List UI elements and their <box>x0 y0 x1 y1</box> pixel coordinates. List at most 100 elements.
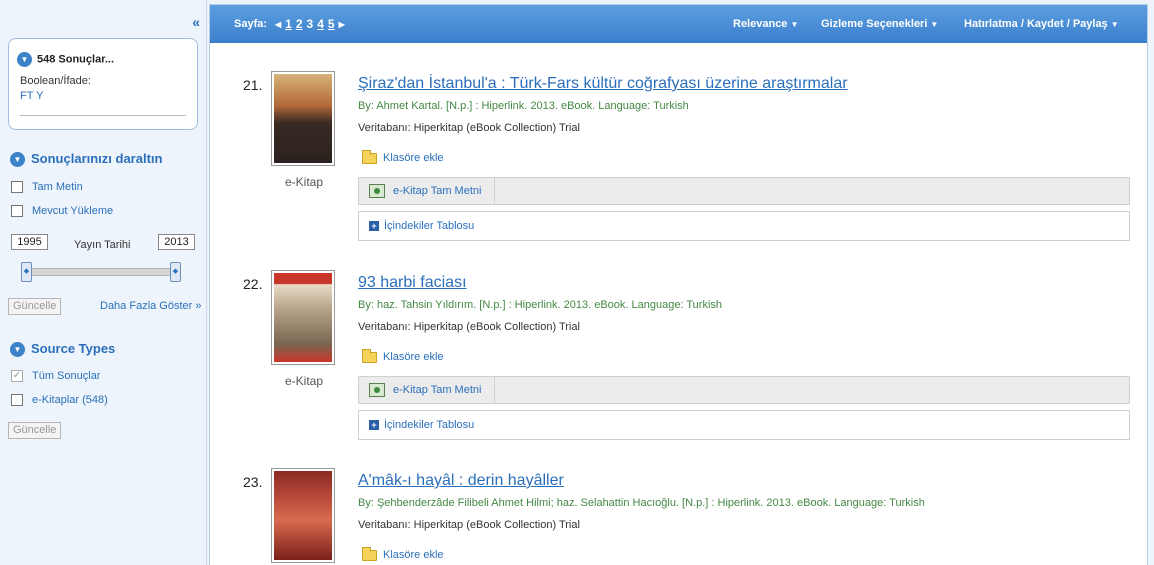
cover-art <box>274 74 332 163</box>
results-panel: Sayfa: ◀ 1 2 3 4 5 ▶ Relevance ▼ Gizleme … <box>209 4 1148 565</box>
display-options-label: Gizleme Seçenekleri <box>821 18 928 30</box>
chevron-down-icon: ▼ <box>930 20 939 29</box>
results-count-label: 548 Sonuçlar... <box>37 53 115 66</box>
window-edge <box>1148 0 1154 565</box>
year-to-input[interactable]: 2013 <box>158 234 195 250</box>
result-number: 22. <box>243 276 263 292</box>
page-2-link[interactable]: 2 <box>296 17 303 31</box>
result-title-link[interactable]: Şiraz'dan İstanbul'a : Türk-Fars kültür … <box>358 75 848 93</box>
ebook-fulltext-button[interactable]: e-Kitap Tam Metni <box>359 178 495 204</box>
ebook-icon <box>369 383 385 397</box>
add-to-folder-label: Klasöre ekle <box>383 351 444 363</box>
source-types-label: Source Types <box>31 341 116 356</box>
divider <box>20 115 186 116</box>
folder-icon <box>362 149 377 164</box>
slider-left-handle[interactable]: ◆ <box>21 262 32 282</box>
database-label: Veritabanı: Hiperkitap (eBook Collection… <box>358 519 580 531</box>
ebooks-label[interactable]: e-Kitaplar (548) <box>32 394 108 406</box>
book-cover-image[interactable] <box>271 468 335 563</box>
page-1-link[interactable]: 1 <box>285 17 292 31</box>
filter-available[interactable]: Mevcut Yükleme <box>11 205 113 217</box>
fulltext-bar: e-Kitap Tam Metni <box>358 177 1130 205</box>
slider-track <box>26 268 176 276</box>
all-results-label[interactable]: Tüm Sonuçlar <box>32 370 100 382</box>
full-text-label[interactable]: Tam Metin <box>32 181 83 193</box>
page-5-link[interactable]: 5 <box>328 17 335 31</box>
ebook-fulltext-label: e-Kitap Tam Metni <box>393 185 482 197</box>
folder-icon <box>362 348 377 363</box>
cover-art <box>274 471 332 560</box>
next-page-icon[interactable]: ▶ <box>339 20 345 29</box>
source-types-heading[interactable]: ▼ Source Types <box>10 341 116 358</box>
chevron-down-icon[interactable]: ▼ <box>17 52 32 67</box>
slider-right-handle[interactable]: ◆ <box>170 262 181 282</box>
fulltext-bar: e-Kitap Tam Metni <box>358 376 1130 404</box>
result-title-link[interactable]: 93 harbi faciası <box>358 274 467 292</box>
source-update-button[interactable]: Güncelle <box>8 422 62 439</box>
format-label: e-Kitap <box>285 374 324 388</box>
result-metadata: By: haz. Tahsin Yıldırım. [N.p.] : Hiper… <box>358 299 723 311</box>
add-to-folder-link[interactable]: Klasöre ekle <box>362 348 444 363</box>
chevron-down-icon: ▼ <box>790 20 799 29</box>
chevron-down-icon[interactable]: ▼ <box>10 152 25 168</box>
ebook-fulltext-button[interactable]: e-Kitap Tam Metni <box>359 377 495 403</box>
table-of-contents-toggle[interactable]: + İçindekiler Tablosu <box>358 211 1130 241</box>
share-label: Hatırlatma / Kaydet / Paylaş <box>964 18 1108 30</box>
publication-date-label: Yayın Tarihi <box>74 239 131 251</box>
sidebar: « ▼ 548 Sonuçlar... Boolean/İfade: FT Y ▼… <box>0 0 207 565</box>
book-cover-image[interactable] <box>271 71 335 166</box>
result-metadata: By: Ahmet Kartal. [N.p.] : Hiperlink. 20… <box>358 100 689 112</box>
plus-icon: + <box>369 221 379 231</box>
ebooks-checkbox[interactable] <box>11 394 23 406</box>
full-text-checkbox[interactable] <box>11 181 23 193</box>
results-count-heading[interactable]: ▼ 548 Sonuçlar... <box>17 52 114 67</box>
prev-page-icon[interactable]: ◀ <box>275 20 281 29</box>
database-label: Veritabanı: Hiperkitap (eBook Collection… <box>358 122 580 134</box>
display-options-dropdown[interactable]: Gizleme Seçenekleri ▼ <box>821 18 938 30</box>
result-number: 21. <box>243 77 263 93</box>
table-of-contents-toggle[interactable]: + İçindekiler Tablosu <box>358 410 1130 440</box>
add-to-folder-label: Klasöre ekle <box>383 549 444 561</box>
share-dropdown[interactable]: Hatırlatma / Kaydet / Paylaş ▼ <box>964 18 1119 30</box>
available-label[interactable]: Mevcut Yükleme <box>32 205 113 217</box>
date-range-slider[interactable]: ◆ ◆ <box>21 262 181 282</box>
table-of-contents-label: İçindekiler Tablosu <box>384 419 475 431</box>
refine-results-label: Sonuçlarınızı daraltın <box>31 151 163 166</box>
filter-full-text[interactable]: Tam Metin <box>11 181 83 193</box>
add-to-folder-link[interactable]: Klasöre ekle <box>362 546 444 561</box>
page-label: Sayfa: <box>234 18 268 30</box>
pagination: ◀ 1 2 3 4 5 ▶ <box>275 17 349 31</box>
folder-icon <box>362 546 377 561</box>
all-results-checkbox[interactable]: ✓ <box>11 370 23 382</box>
refine-results-heading[interactable]: ▼ Sonuçlarınızı daraltın <box>10 151 163 168</box>
database-label: Veritabanı: Hiperkitap (eBook Collection… <box>358 321 580 333</box>
result-title-link[interactable]: A'mâk-ı hayâl : derin hayâller <box>358 472 564 490</box>
search-summary-box: ▼ 548 Sonuçlar... Boolean/İfade: FT Y <box>8 38 198 130</box>
page-3-current: 3 <box>306 17 314 31</box>
result-metadata: By: Şehbenderzâde Filibeli Ahmet Hilmi; … <box>358 497 925 509</box>
collapse-sidebar-button[interactable]: « <box>192 14 200 30</box>
relevance-dropdown[interactable]: Relevance ▼ <box>733 18 798 30</box>
ebook-icon <box>369 184 385 198</box>
book-cover-image[interactable] <box>271 270 335 365</box>
ebook-fulltext-label: e-Kitap Tam Metni <box>393 384 482 396</box>
year-from-input[interactable]: 1995 <box>11 234 48 250</box>
results-toolbar: Sayfa: ◀ 1 2 3 4 5 ▶ Relevance ▼ Gizleme … <box>210 5 1147 43</box>
relevance-label: Relevance <box>733 18 788 30</box>
add-to-folder-link[interactable]: Klasöre ekle <box>362 149 444 164</box>
filter-all-results[interactable]: ✓ Tüm Sonuçlar <box>11 370 100 382</box>
page-4-link[interactable]: 4 <box>317 17 324 31</box>
result-number: 23. <box>243 474 263 490</box>
available-checkbox[interactable] <box>11 205 23 217</box>
table-of-contents-label: İçindekiler Tablosu <box>384 220 475 232</box>
plus-icon: + <box>369 420 379 430</box>
query-link[interactable]: FT Y <box>20 90 43 102</box>
show-more-link[interactable]: Daha Fazla Göster » <box>100 300 202 312</box>
boolean-label: Boolean/İfade: <box>20 75 91 87</box>
cover-art <box>274 273 332 362</box>
update-button[interactable]: Güncelle <box>8 298 62 315</box>
filter-ebooks[interactable]: e-Kitaplar (548) <box>11 394 108 406</box>
chevron-down-icon: ▼ <box>1110 20 1119 29</box>
chevron-down-icon[interactable]: ▼ <box>10 342 25 358</box>
add-to-folder-label: Klasöre ekle <box>383 152 444 164</box>
